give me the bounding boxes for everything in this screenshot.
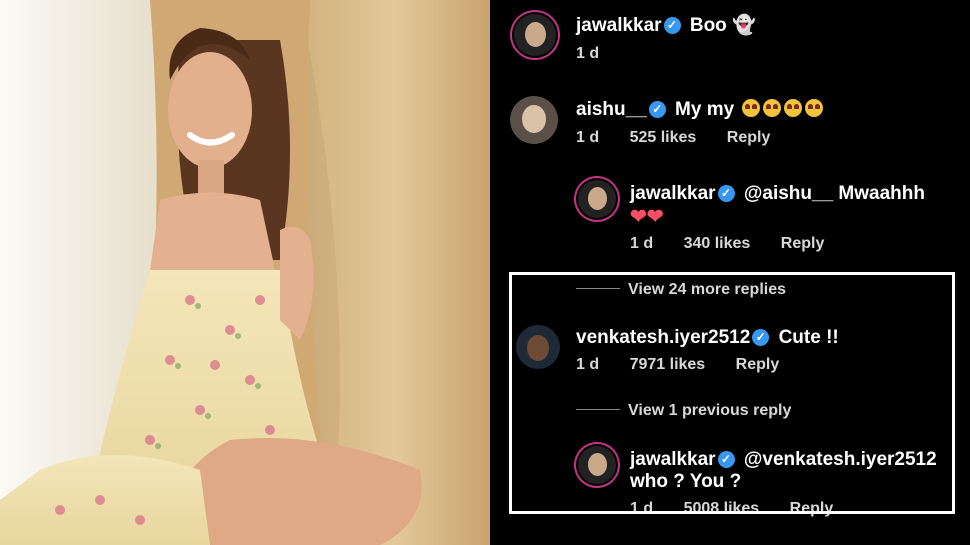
photo-illustration [0,0,490,545]
comment-meta: 1 d 525 likes Reply [576,129,796,147]
comment-text: My my [675,99,735,120]
reply-button[interactable]: Reply [781,235,825,252]
verified-icon: ✓ [648,101,666,118]
username[interactable]: aishu__ [576,99,647,120]
likes-count[interactable]: 525 likes [630,129,697,146]
portrait-photo [0,0,490,545]
comment-meta: 1 d 340 likes Reply [630,235,850,253]
avatar[interactable] [514,14,556,56]
heart-eyes-emoji-icon [742,99,761,117]
verified-icon: ✓ [717,185,735,202]
timestamp: 1 d [630,235,654,252]
timestamp: 1 d [576,129,600,146]
comment-line: jawalkkar ✓ Boo 👻 [576,13,756,37]
comment-text: Boo 👻 [689,15,756,36]
likes-count[interactable]: 340 likes [684,235,751,252]
comment-meta: 1 d [576,45,625,63]
heart-eyes-emoji-icon [784,99,803,117]
comment-line: jawalkkar ✓ @aishu__ Mwaahhh [630,183,925,205]
verified-icon: ✓ [663,17,681,34]
username[interactable]: jawalkkar [576,15,662,36]
comment-line: aishu__ ✓ My my [576,99,824,121]
avatar[interactable] [578,180,616,218]
timestamp: 1 d [576,45,600,62]
comment-text-line2: ❤❤ [630,204,664,229]
heart-eyes-emoji-icon [763,99,782,117]
highlight-box [509,272,955,514]
reply-button[interactable]: Reply [727,129,771,146]
heart-eyes-emoji-icon [805,99,824,117]
comment-text: @aishu__ Mwaahhh [743,183,925,204]
avatar[interactable] [510,96,558,144]
username[interactable]: jawalkkar [630,183,716,204]
hearts-emoji: ❤❤ [630,206,664,228]
